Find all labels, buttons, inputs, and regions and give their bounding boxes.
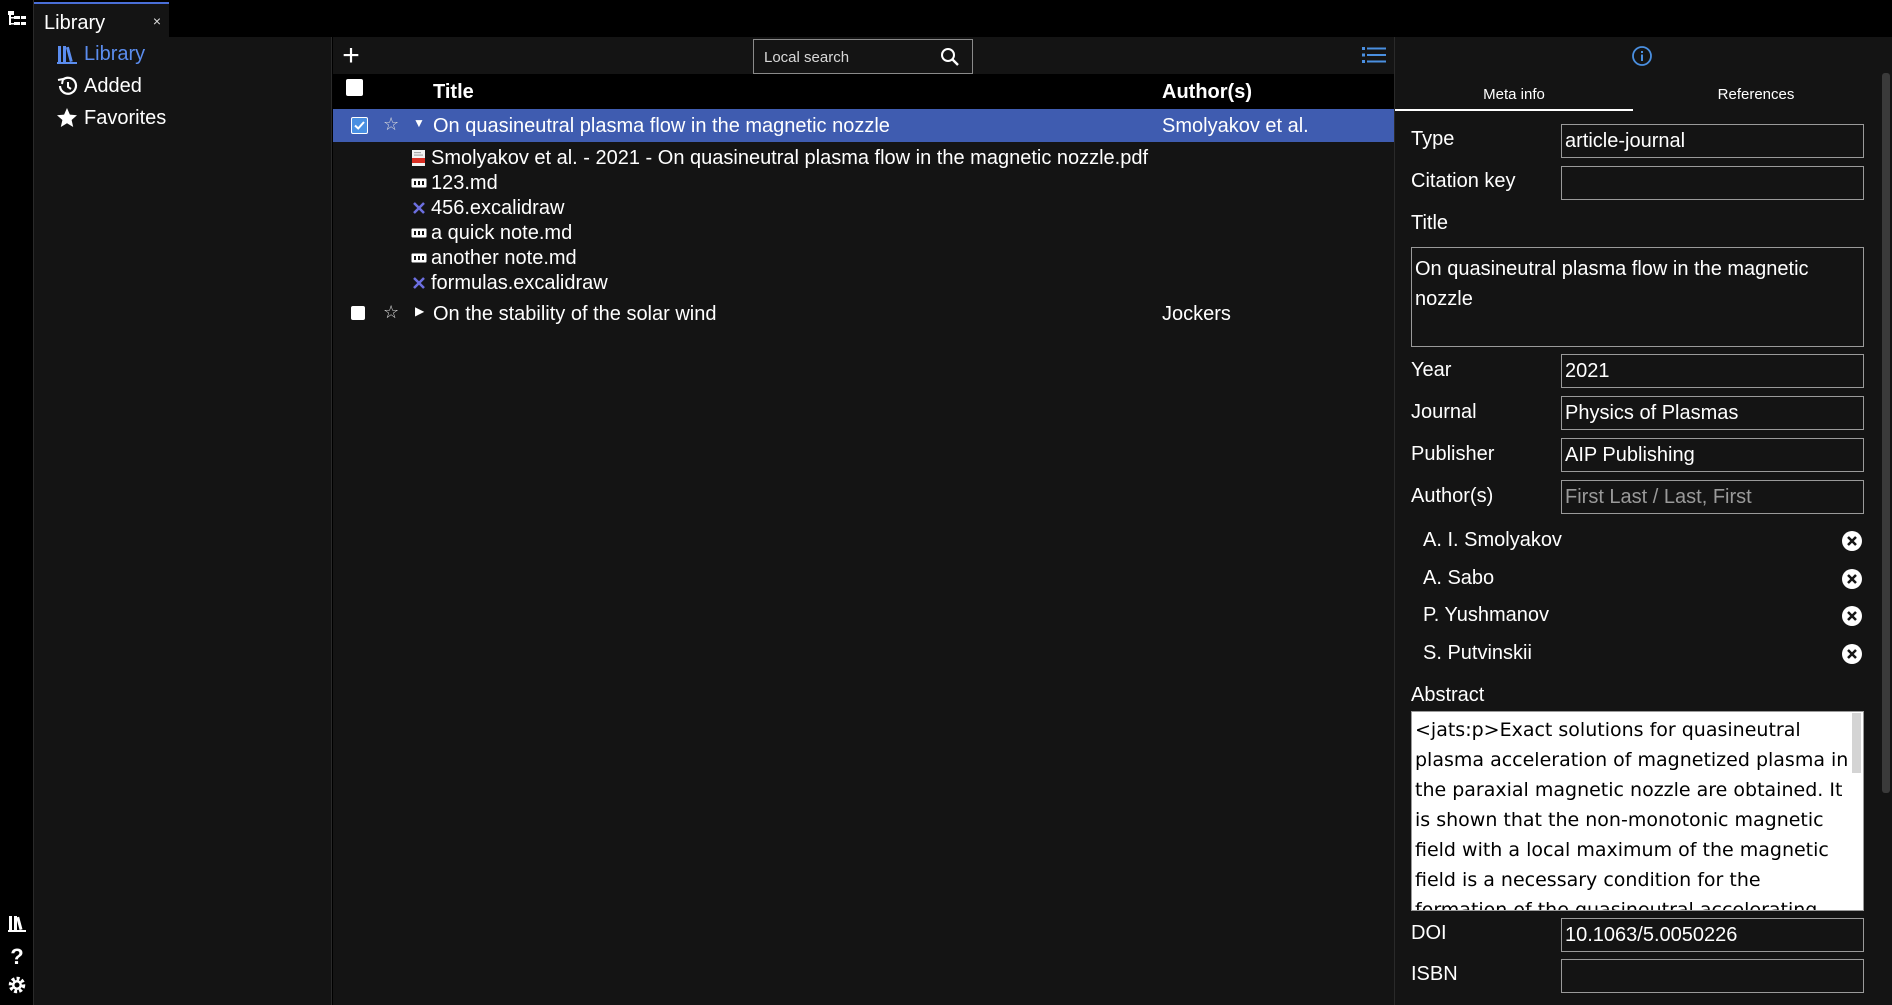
abstract-label: Abstract [1411,684,1485,706]
abstract-field[interactable]: <jats:p>Exact solutions for quasineutral… [1411,711,1864,911]
row-title: On the stability of the solar wind [433,303,717,325]
file-name: a quick note.md [431,221,573,244]
table-row[interactable]: ☆ ▶ On the stability of the solar wind J… [333,297,1394,330]
author-entry: P. Yushmanov [1423,604,1550,626]
tab-label: Library [44,12,106,34]
author-entry: A. I. Smolyakov [1423,529,1562,551]
activity-bar: ? [0,0,34,1005]
excalidraw-icon [409,201,429,215]
file-item[interactable]: formulas.excalidraw [409,269,608,297]
year-field[interactable] [1561,354,1864,388]
favorite-star-icon[interactable]: ☆ [383,114,399,135]
file-name: Smolyakov et al. - 2021 - On quasineutra… [431,146,1149,169]
meta-scrollbar[interactable] [1882,73,1890,793]
library-list-pane: + Title Author(s) ☆ ▼ On quasineutral pl… [333,37,1394,1005]
list-view-icon[interactable] [1362,45,1386,70]
sidebar-item-added[interactable]: Added [54,71,142,101]
title-label: Title [1411,212,1449,234]
remove-author-icon[interactable] [1841,605,1863,627]
sidebar-item-library[interactable]: Library [54,39,145,69]
author-entry: A. Sabo [1423,567,1495,589]
sidebar-item-favorites[interactable]: Favorites [54,103,166,133]
table-row[interactable]: ☆ ▼ On quasineutral plasma flow in the m… [333,109,1394,142]
star-icon [54,105,80,131]
meta-info-pane: Meta info References Type Citation key T… [1394,37,1892,1005]
gear-icon[interactable] [0,975,34,995]
publisher-field[interactable] [1561,438,1864,472]
type-label: Type [1411,128,1455,150]
sidebar: Library Added Favorites [34,37,332,1005]
row-checkbox[interactable] [351,306,365,320]
citation-key-field[interactable] [1561,166,1864,200]
isbn-field[interactable] [1561,959,1864,993]
remove-author-icon[interactable] [1841,530,1863,552]
authors-label: Author(s) [1411,485,1494,507]
file-name: 456.excalidraw [431,196,565,219]
markdown-icon [409,227,429,239]
remove-author-icon[interactable] [1841,643,1863,665]
tab-library[interactable]: Library × [34,2,169,37]
file-item[interactable]: another note.md [409,244,577,272]
favorite-star-icon[interactable]: ☆ [383,302,399,323]
doi-field[interactable] [1561,918,1864,952]
app-window: ? Library × Library Added Favorites + Lo… [0,0,1892,1005]
markdown-icon [409,252,429,264]
sidebar-item-label: Added [84,74,142,97]
search-icon[interactable] [940,47,960,72]
meta-tabs: Meta info References [1395,79,1875,111]
tab-references[interactable]: References [1637,79,1875,111]
type-field[interactable] [1561,124,1864,158]
search-box [753,39,973,74]
journal-field[interactable] [1561,396,1864,430]
file-name: formulas.excalidraw [431,271,608,294]
info-icon[interactable] [1631,45,1653,72]
add-item-button[interactable]: + [337,41,365,71]
history-icon [54,73,80,99]
collapse-caret-icon[interactable]: ▼ [413,116,425,130]
sidebar-item-label: Library [84,42,146,65]
file-name: 123.md [431,171,498,194]
row-authors: Smolyakov et al. [1162,115,1309,137]
title-field[interactable]: On quasineutral plasma flow in the magne… [1411,247,1864,347]
search-input[interactable] [764,46,934,68]
file-item[interactable]: a quick note.md [409,219,572,247]
help-icon[interactable]: ? [0,944,34,970]
excalidraw-icon [409,276,429,290]
remove-author-icon[interactable] [1841,568,1863,590]
abstract-scrollbar[interactable] [1852,713,1861,773]
tree-view-icon[interactable] [0,10,34,28]
select-all-checkbox[interactable] [346,79,363,96]
sidebar-item-label: Favorites [84,106,167,129]
doi-label: DOI [1411,922,1447,944]
row-title: On quasineutral plasma flow in the magne… [433,115,890,137]
close-icon[interactable]: × [153,13,161,29]
year-label: Year [1411,359,1452,381]
expand-caret-icon[interactable]: ▶ [415,304,424,318]
journal-label: Journal [1411,401,1477,423]
column-header-authors[interactable]: Author(s) [1162,81,1252,104]
library-icon [54,41,80,67]
row-checkbox[interactable] [351,117,368,134]
pdf-icon [409,149,429,167]
row-authors: Jockers [1162,303,1231,325]
author-input[interactable] [1561,480,1864,514]
markdown-icon [409,177,429,189]
isbn-label: ISBN [1411,963,1458,985]
publisher-label: Publisher [1411,443,1495,465]
author-entry: S. Putvinskii [1423,642,1532,664]
tab-meta-info[interactable]: Meta info [1395,79,1633,111]
library-icon[interactable] [0,914,34,932]
file-item[interactable]: 123.md [409,169,498,197]
file-item[interactable]: Smolyakov et al. - 2021 - On quasineutra… [409,144,1148,172]
column-header-title[interactable]: Title [433,81,474,104]
file-item[interactable]: 456.excalidraw [409,194,564,222]
file-name: another note.md [431,246,577,269]
tab-strip [34,0,1892,37]
citation-key-label: Citation key [1411,170,1516,192]
